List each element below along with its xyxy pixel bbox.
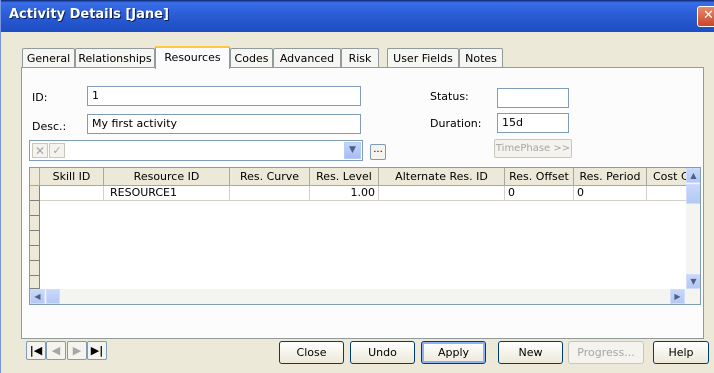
duration-label: Duration:	[430, 117, 482, 130]
new-button[interactable]: New	[498, 341, 563, 364]
desc-field[interactable]: My first activity	[87, 114, 361, 134]
row-header[interactable]	[30, 276, 40, 289]
ellipsis-button[interactable]: ...	[370, 144, 386, 160]
next-record-icon[interactable]: ▶	[67, 341, 87, 360]
tab-relationships[interactable]: Relationships	[75, 48, 155, 68]
tab-advanced[interactable]: Advanced	[273, 48, 341, 68]
row-header[interactable]	[30, 231, 40, 246]
tab-risk[interactable]: Risk	[341, 48, 379, 68]
tab-user-fields[interactable]: User Fields	[387, 48, 459, 68]
help-button[interactable]: Help	[653, 341, 709, 364]
apply-button[interactable]: Apply	[421, 341, 486, 364]
scroll-right-icon[interactable]: ▶	[670, 289, 685, 304]
activity-details-dialog: Activity Details [Jane] ✕ General Relati…	[0, 0, 714, 373]
status-label: Status:	[430, 90, 469, 103]
row-header[interactable]	[30, 201, 40, 216]
cell-edit-combo[interactable]: ✕ ✓ ▼	[29, 140, 363, 161]
table-cell[interactable]	[230, 186, 310, 201]
close-window-button[interactable]: ✕	[697, 6, 714, 27]
scroll-down-icon[interactable]: ▼	[686, 274, 700, 289]
column-header[interactable]: Cost C	[647, 168, 687, 186]
row-header[interactable]	[30, 261, 40, 276]
column-header[interactable]: Res. Level	[310, 168, 379, 186]
column-header[interactable]: Res. Curve	[230, 168, 310, 186]
table-cell[interactable]	[40, 186, 104, 201]
table-cell[interactable]	[379, 186, 505, 201]
desc-label: Desc.:	[32, 120, 67, 133]
close-button[interactable]: Close	[279, 341, 344, 364]
scroll-up-icon[interactable]: ▲	[686, 168, 700, 183]
id-label: ID:	[32, 91, 48, 104]
resource-grid: Skill ID Resource ID Res. Curve Res. Lev…	[29, 167, 701, 305]
table-cell[interactable]: 0	[505, 186, 574, 201]
prev-record-icon[interactable]: ◀	[46, 341, 66, 360]
tab-resources[interactable]: Resources	[155, 46, 230, 69]
last-record-icon[interactable]: ▶|	[87, 341, 107, 360]
row-header[interactable]	[30, 246, 40, 261]
id-field[interactable]: 1	[87, 86, 361, 106]
status-field[interactable]	[497, 88, 569, 108]
confirm-edit-icon[interactable]: ✓	[49, 143, 65, 158]
scroll-left-icon[interactable]: ◀	[30, 289, 45, 304]
cancel-edit-icon[interactable]: ✕	[32, 143, 48, 158]
row-header[interactable]	[30, 186, 40, 201]
column-header[interactable]: Res. Period	[574, 168, 647, 186]
column-header[interactable]: Skill ID	[40, 168, 104, 186]
table-cell[interactable]	[647, 186, 687, 201]
grid-corner	[30, 168, 40, 186]
title-bar[interactable]: Activity Details [Jane] ✕	[1, 0, 714, 32]
tab-general[interactable]: General	[22, 48, 75, 68]
column-header[interactable]: Res. Offset	[505, 168, 574, 186]
tab-codes[interactable]: Codes	[230, 48, 273, 68]
window-title: Activity Details [Jane]	[9, 7, 169, 22]
row-header[interactable]	[30, 216, 40, 231]
chevron-down-icon[interactable]: ▼	[344, 142, 361, 159]
close-icon: ✕	[703, 8, 714, 23]
scroll-thumb[interactable]	[46, 289, 60, 304]
table-cell[interactable]: 1.00	[310, 186, 379, 201]
column-header[interactable]: Alternate Res. ID	[379, 168, 505, 186]
progress-button[interactable]: Progress...	[568, 341, 644, 364]
undo-button[interactable]: Undo	[350, 341, 415, 364]
tab-notes[interactable]: Notes	[459, 48, 503, 68]
timephase-button[interactable]: TimePhase >>	[494, 139, 572, 158]
table-cell[interactable]: RESOURCE1	[104, 186, 230, 201]
first-record-icon[interactable]: |◀	[26, 341, 46, 360]
vertical-scrollbar[interactable]: ▲ ▼	[686, 168, 700, 289]
duration-field[interactable]: 15d	[497, 113, 569, 133]
horizontal-scrollbar[interactable]: ◀ ▶	[30, 289, 700, 304]
table-cell[interactable]: 0	[574, 186, 647, 201]
column-header[interactable]: Resource ID	[104, 168, 230, 186]
scroll-thumb[interactable]	[686, 184, 700, 204]
